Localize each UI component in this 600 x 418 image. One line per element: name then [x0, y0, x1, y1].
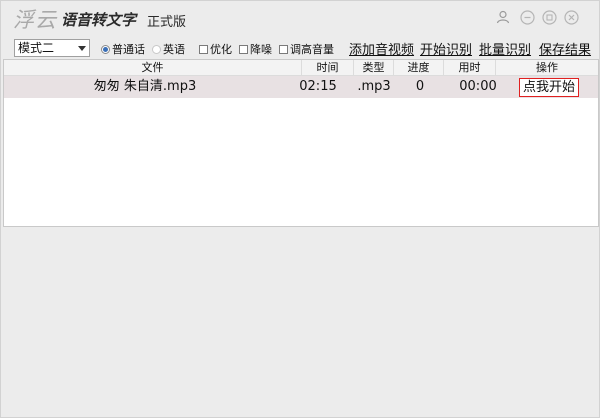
toolbar: 模式二 普通话 英语 优化 降噪 调高音量 添加音视频 开始识别 批量识别 保存… [1, 37, 599, 59]
radio-mandarin[interactable]: 普通话 [101, 41, 145, 57]
batch-recognition-button[interactable]: 批量识别 [479, 39, 531, 58]
cell-type: .mp3 [357, 79, 391, 94]
file-table: 文件 时间 类型 进度 用时 操作 匆匆 朱自清.mp3 02:15 .mp3 … [3, 59, 599, 227]
title-bar: 浮云 语音转文字 正式版 [1, 1, 599, 35]
column-header-time[interactable]: 时间 [302, 60, 354, 75]
checkbox-boost-volume[interactable]: 调高音量 [279, 41, 334, 57]
checkbox-icon [199, 44, 208, 54]
column-header-type[interactable]: 类型 [354, 60, 394, 75]
minimize-icon[interactable] [519, 9, 535, 25]
cell-time: 02:15 [299, 79, 337, 94]
add-media-button[interactable]: 添加音视频 [349, 39, 414, 58]
table-header: 文件 时间 类型 进度 用时 操作 [4, 60, 598, 76]
checkbox-optimize-label: 优化 [210, 43, 232, 56]
radio-english-label: 英语 [163, 43, 185, 56]
checkbox-optimize[interactable]: 优化 [199, 41, 232, 57]
radio-english[interactable]: 英语 [152, 41, 185, 57]
close-icon[interactable] [563, 9, 579, 25]
radio-unselected-icon [152, 44, 161, 54]
cell-elapsed: 00:00 [459, 79, 497, 94]
radio-selected-icon [101, 44, 110, 54]
checkbox-denoise[interactable]: 降噪 [239, 41, 272, 57]
column-header-file[interactable]: 文件 [4, 60, 302, 75]
maximize-icon[interactable] [541, 9, 557, 25]
column-header-action[interactable]: 操作 [496, 60, 598, 75]
radio-mandarin-label: 普通话 [112, 43, 145, 56]
chevron-down-icon [78, 46, 86, 51]
save-result-button[interactable]: 保存结果 [539, 39, 591, 58]
app-window: 浮云 语音转文字 正式版 模式二 普通话 英语 优化 降噪 调高音量 添加音视频… [0, 0, 600, 418]
cell-file: 匆匆 朱自清.mp3 [93, 79, 197, 94]
mode-select-value: 模式二 [18, 41, 55, 55]
table-row[interactable]: 匆匆 朱自清.mp3 02:15 .mp3 0 00:00 点我开始 [4, 76, 598, 98]
checkbox-icon [239, 44, 248, 54]
lower-panel [3, 228, 599, 417]
edition-label: 正式版 [147, 15, 187, 30]
checkbox-denoise-label: 降噪 [250, 43, 272, 56]
cell-progress: 0 [415, 79, 425, 94]
start-file-button[interactable]: 点我开始 [519, 78, 580, 97]
user-icon[interactable] [495, 9, 511, 25]
start-recognition-button[interactable]: 开始识别 [420, 39, 472, 58]
column-header-progress[interactable]: 进度 [394, 60, 444, 75]
checkbox-boost-volume-label: 调高音量 [290, 43, 334, 56]
brand-logo: 浮云 [13, 8, 57, 32]
app-title: 语音转文字 [61, 11, 137, 29]
column-header-elapsed[interactable]: 用时 [444, 60, 496, 75]
mode-select[interactable]: 模式二 [14, 39, 90, 57]
checkbox-icon [279, 44, 288, 54]
